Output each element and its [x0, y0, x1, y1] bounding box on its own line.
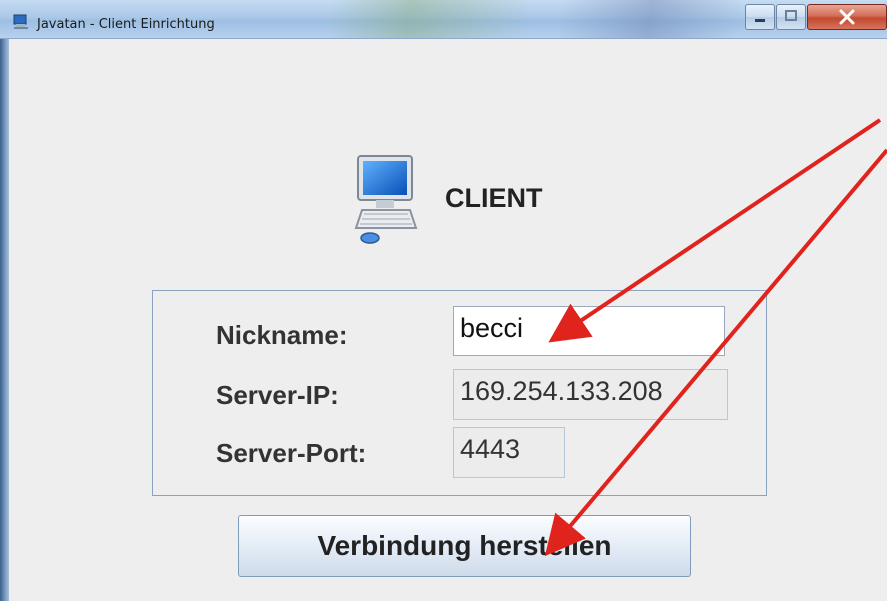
- title-bar-glass: [330, 0, 530, 38]
- minimize-icon: [755, 19, 765, 22]
- nickname-label: Nickname:: [216, 320, 348, 350]
- computer-icon: [354, 155, 418, 244]
- window-title: Javatan - Client Einrichtung: [37, 17, 215, 32]
- maximize-button[interactable]: [776, 4, 806, 30]
- title-bar-glass-2: [560, 0, 740, 38]
- java-app-icon: [13, 14, 28, 29]
- connect-button[interactable]: Verbindung herstellen: [238, 515, 691, 577]
- server-ip-field[interactable]: 169.254.133.208: [453, 369, 728, 420]
- title-bar[interactable]: Javatan - Client Einrichtung: [0, 0, 887, 39]
- close-icon: [839, 9, 855, 25]
- nickname-field[interactable]: becci: [453, 306, 725, 356]
- server-port-label: Server-Port:: [216, 438, 367, 468]
- minimize-button[interactable]: [745, 4, 775, 30]
- close-button[interactable]: [807, 4, 887, 30]
- client-heading: CLIENT: [445, 183, 543, 213]
- server-port-field[interactable]: 4443: [453, 427, 565, 478]
- desktop-edge: [0, 0, 9, 601]
- server-ip-label: Server-IP:: [216, 380, 339, 410]
- maximize-icon: [785, 10, 797, 21]
